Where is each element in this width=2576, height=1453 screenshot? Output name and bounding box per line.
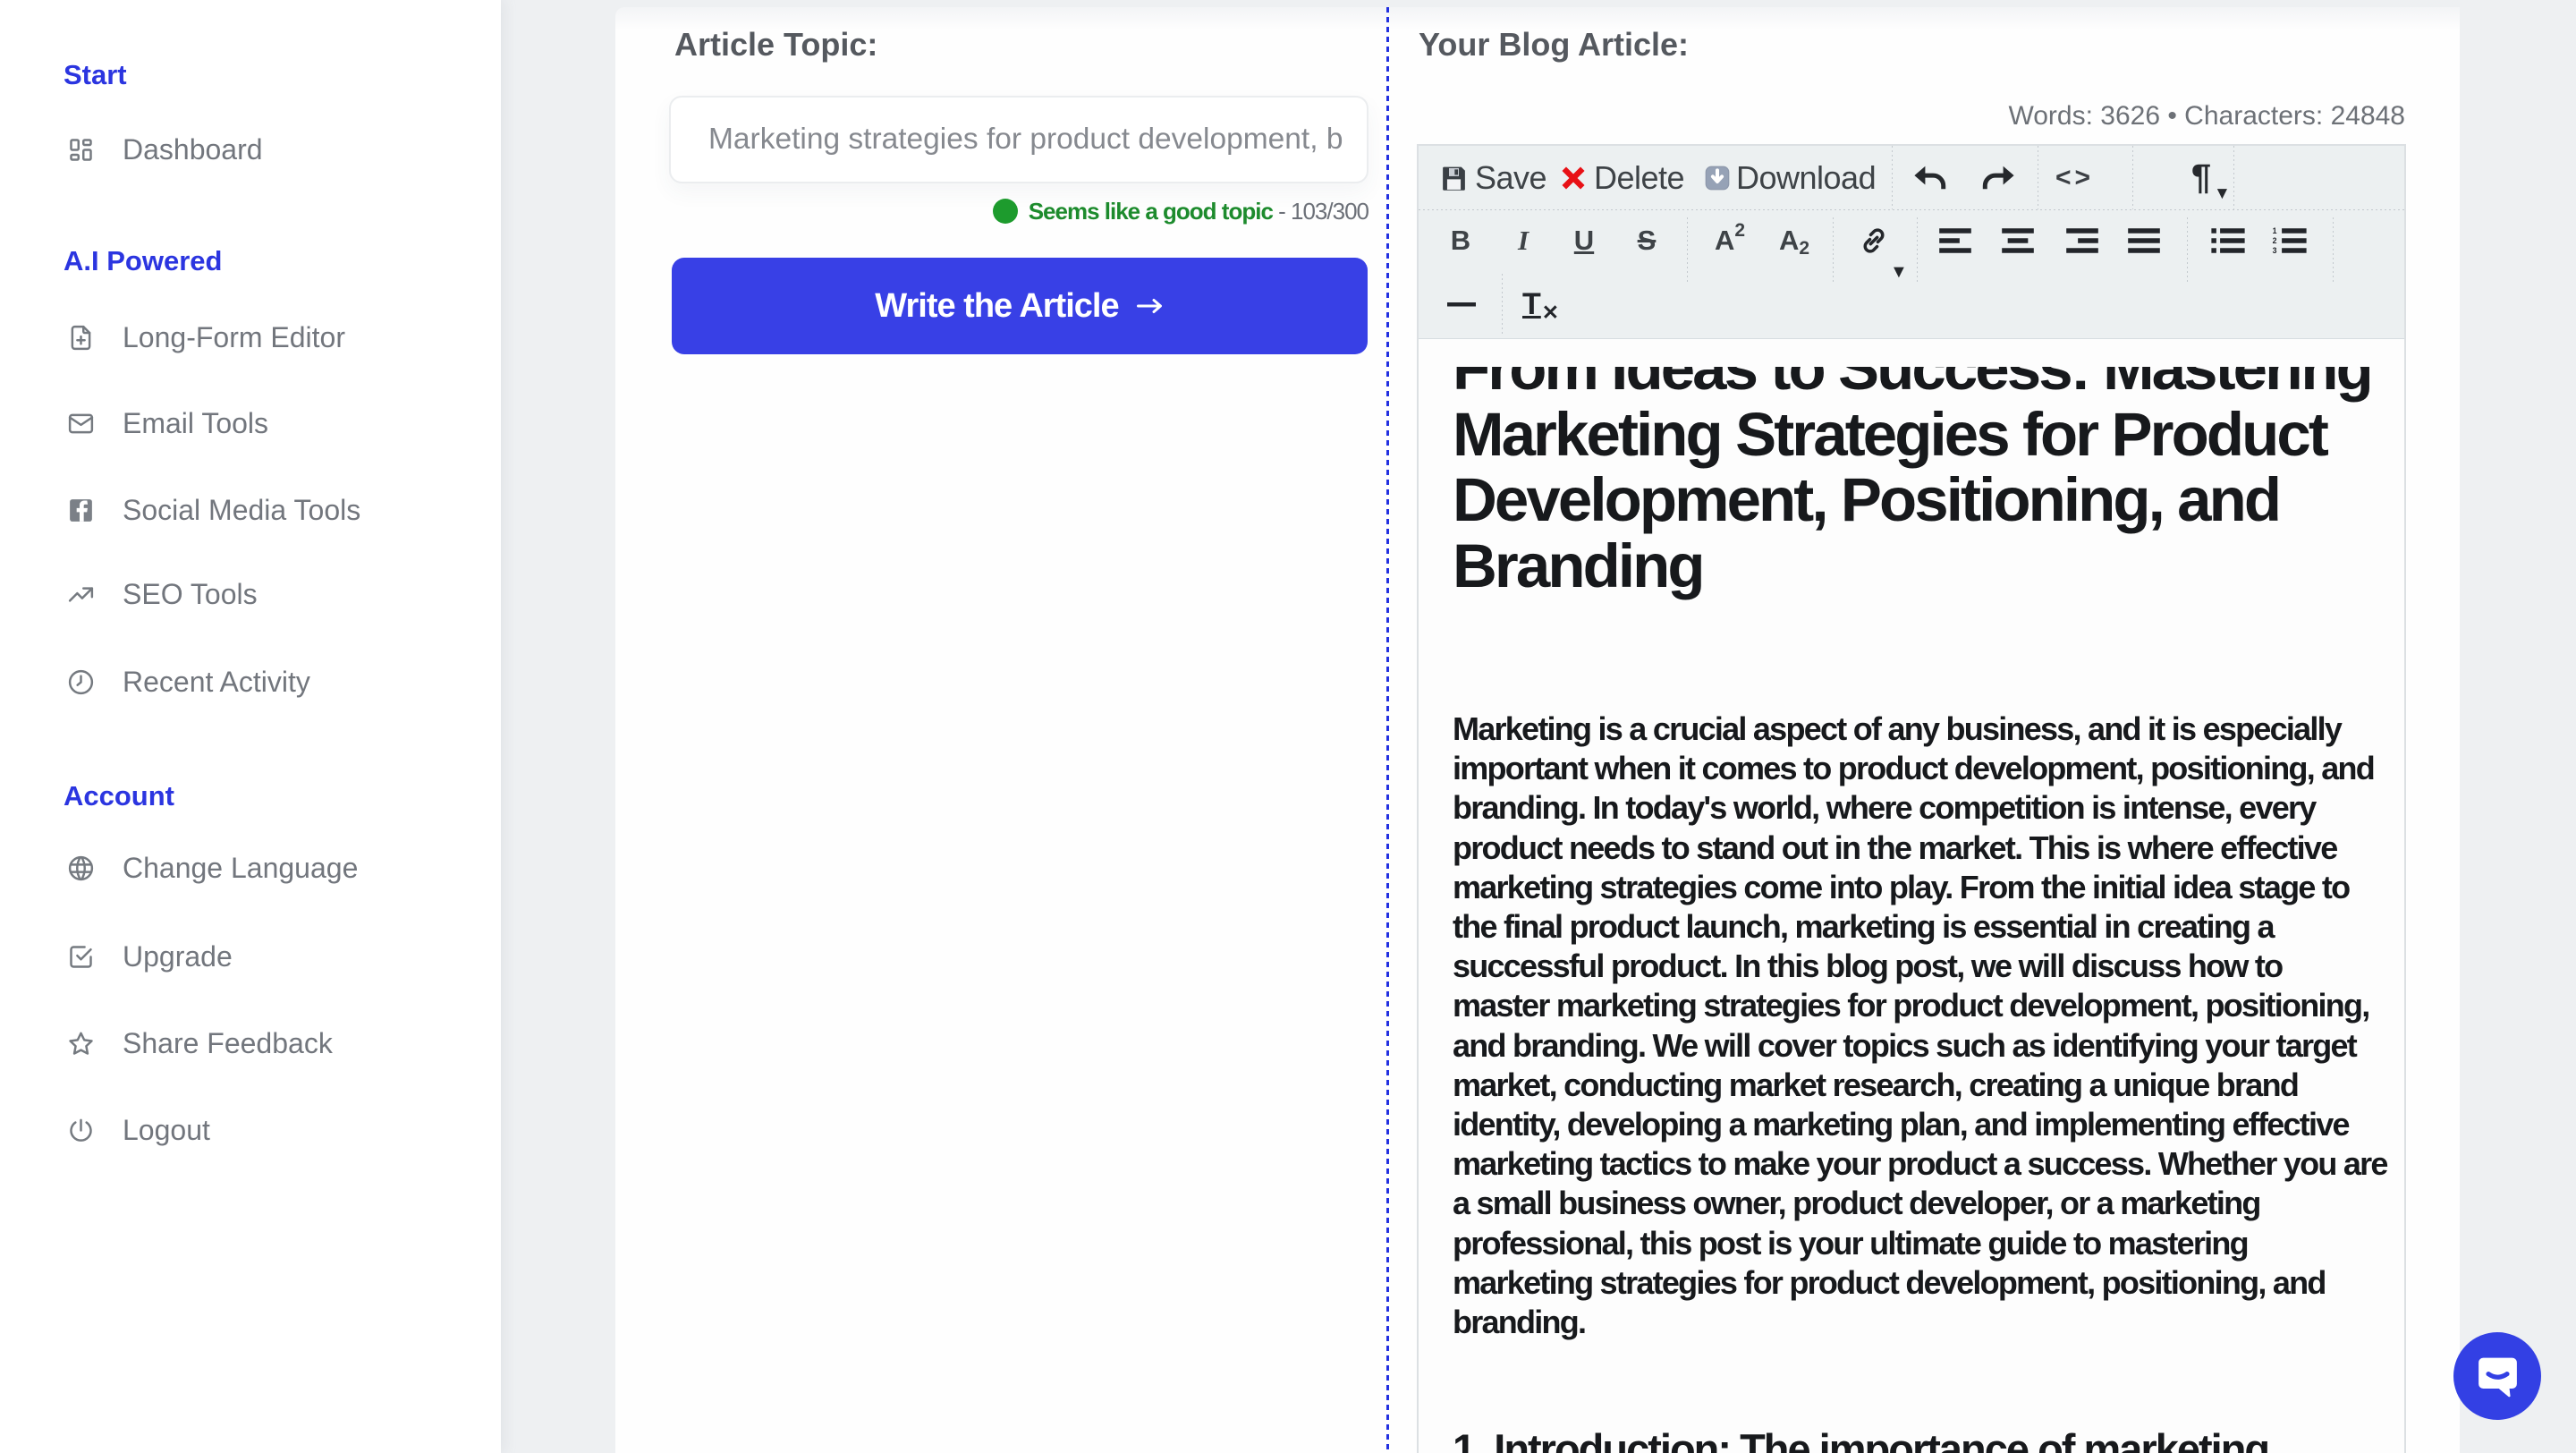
- svg-text:3: 3: [2273, 246, 2277, 255]
- svg-text:2: 2: [2273, 236, 2277, 245]
- svg-text:1: 1: [2273, 226, 2277, 235]
